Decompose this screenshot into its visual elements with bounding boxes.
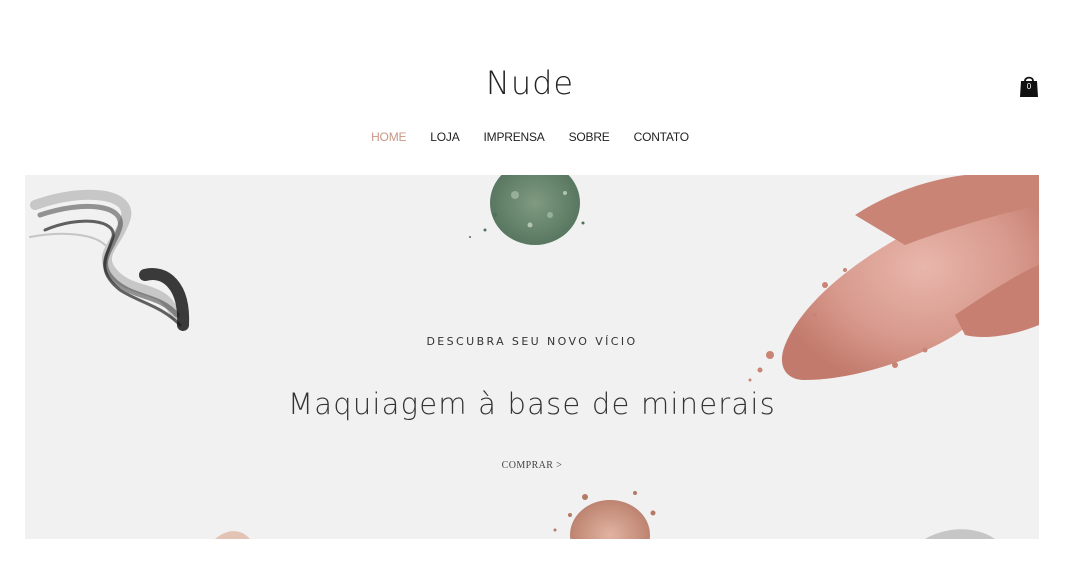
bronze-powder-swatch xyxy=(553,491,656,539)
cart-count: 0 xyxy=(1026,82,1032,91)
beige-smear xyxy=(215,531,250,539)
main-nav: HOME LOJA IMPRENSA SOBRE CONTATO xyxy=(0,130,1060,144)
blush-swatch xyxy=(748,175,1039,382)
nav-item-sobre[interactable]: SOBRE xyxy=(569,130,610,144)
hero-banner: DESCUBRA SEU NOVO VÍCIO Maquiagem à base… xyxy=(25,175,1039,539)
hero-cta: COMPRAR > xyxy=(25,460,1039,471)
nav-item-home[interactable]: HOME xyxy=(371,130,406,144)
shop-now-link[interactable]: COMPRAR > xyxy=(502,460,563,471)
cart-button[interactable]: 0 xyxy=(1019,74,1039,98)
hero-makeup-art xyxy=(29,175,1039,539)
hero-kicker: DESCUBRA SEU NOVO VÍCIO xyxy=(426,335,638,348)
nav-item-loja[interactable]: LOJA xyxy=(430,130,459,144)
page: Nude 0 HOME LOJA IMPRENSA SOBRE CONTATO xyxy=(0,0,1080,572)
mascara-swatch xyxy=(29,189,190,331)
nav-item-contato[interactable]: CONTATO xyxy=(634,130,689,144)
green-powder-swatch xyxy=(469,175,585,245)
hero-headline: Maquiagem à base de minerais xyxy=(288,387,776,421)
nav-item-imprensa[interactable]: IMPRENSA xyxy=(484,130,545,144)
site-title[interactable]: Nude xyxy=(0,64,1060,102)
grey-smear xyxy=(925,529,995,539)
